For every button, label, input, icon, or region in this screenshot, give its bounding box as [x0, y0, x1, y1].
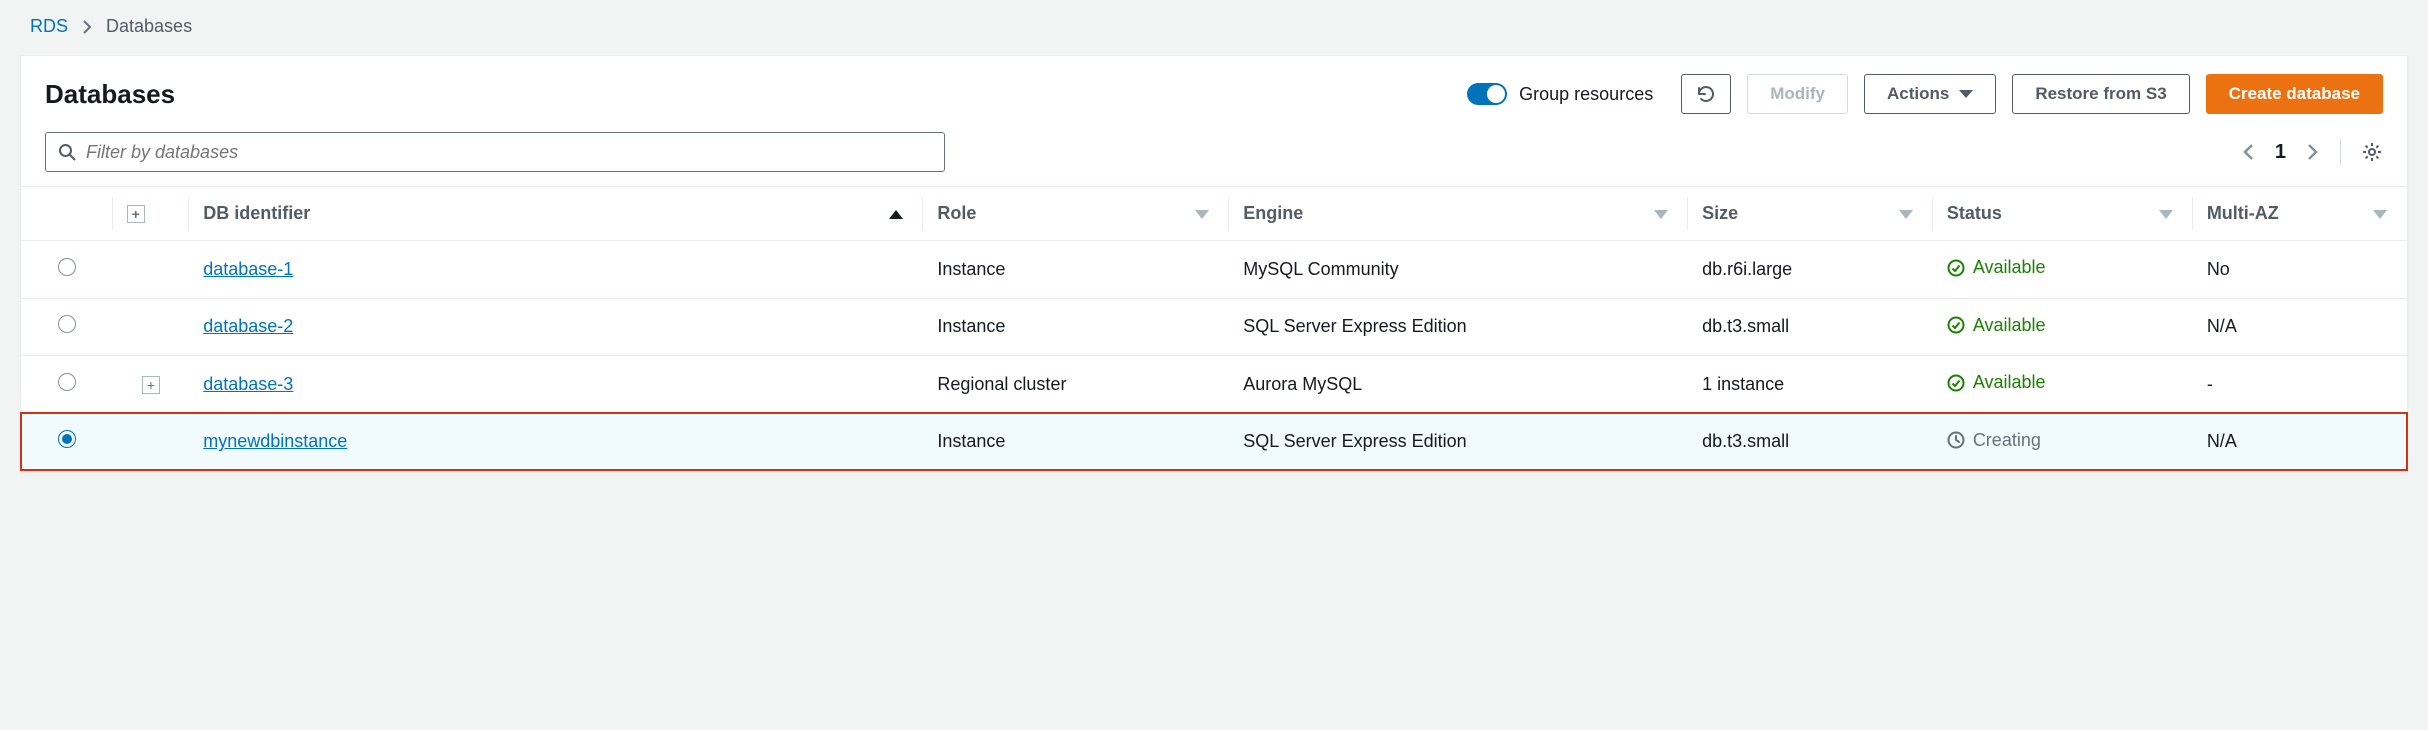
expand-all-icon: +: [127, 205, 145, 223]
sort-icon: [1899, 210, 1913, 219]
breadcrumb: RDS Databases: [20, 10, 2408, 55]
status-badge: Available: [1947, 372, 2046, 393]
header-actions: Group resources Modify Actions Restore f…: [1467, 74, 2383, 114]
db-identifier-link[interactable]: mynewdbinstance: [203, 431, 347, 451]
page-prev-button[interactable]: [2241, 142, 2255, 162]
table-row[interactable]: database-2 InstanceSQL Server Express Edi…: [21, 298, 2407, 356]
role-cell: Regional cluster: [923, 356, 1229, 414]
size-cell: db.r6i.large: [1688, 241, 1933, 299]
row-radio[interactable]: [58, 430, 76, 448]
sort-icon: [2159, 210, 2173, 219]
multi-az-cell: N/A: [2193, 298, 2407, 356]
group-resources-toggle-wrap: Group resources: [1467, 83, 1653, 105]
breadcrumb-root[interactable]: RDS: [30, 16, 68, 37]
engine-cell: MySQL Community: [1229, 241, 1688, 299]
status-text: Available: [1973, 257, 2046, 278]
table-row[interactable]: database-1 InstanceMySQL Communitydb.r6i.…: [21, 241, 2407, 299]
column-label: Role: [937, 203, 976, 223]
refresh-button[interactable]: [1681, 74, 1731, 114]
size-cell: 1 instance: [1688, 356, 1933, 414]
role-cell: Instance: [923, 241, 1229, 299]
status-text: Available: [1973, 372, 2046, 393]
check-circle-icon: [1947, 259, 1965, 277]
status-text: Available: [1973, 315, 2046, 336]
multi-az-cell: No: [2193, 241, 2407, 299]
sort-icon: [2373, 210, 2387, 219]
refresh-icon: [1696, 84, 1716, 104]
filter-input-wrap[interactable]: [45, 132, 945, 172]
db-identifier-link[interactable]: database-1: [203, 259, 293, 279]
settings-button[interactable]: [2361, 141, 2383, 163]
column-multi-az[interactable]: Multi-AZ: [2193, 187, 2407, 241]
multi-az-cell: -: [2193, 356, 2407, 414]
sort-asc-icon: [889, 210, 903, 219]
page-next-button[interactable]: [2306, 142, 2320, 162]
sort-icon: [1654, 210, 1668, 219]
column-db-identifier[interactable]: DB identifier: [189, 187, 923, 241]
group-resources-toggle[interactable]: [1467, 83, 1507, 105]
breadcrumb-current: Databases: [106, 16, 192, 37]
divider: [2340, 139, 2341, 165]
filter-input[interactable]: [86, 142, 932, 163]
search-icon: [58, 143, 76, 161]
chevron-right-icon: [82, 20, 92, 34]
actions-button[interactable]: Actions: [1864, 74, 1996, 114]
table-row[interactable]: mynewdbinstance InstanceSQL Server Expres…: [21, 413, 2407, 470]
db-identifier-link[interactable]: database-3: [203, 374, 293, 394]
sort-icon: [1195, 210, 1209, 219]
databases-table: + DB identifier Role Engine: [21, 186, 2407, 470]
check-circle-icon: [1947, 316, 1965, 334]
column-label: Size: [1702, 203, 1738, 223]
engine-cell: SQL Server Express Edition: [1229, 298, 1688, 356]
size-cell: db.t3.small: [1688, 298, 1933, 356]
modify-button: Modify: [1747, 74, 1848, 114]
column-label: Engine: [1243, 203, 1303, 223]
status-badge: Available: [1947, 315, 2046, 336]
engine-cell: Aurora MySQL: [1229, 356, 1688, 414]
role-cell: Instance: [923, 298, 1229, 356]
column-label: Multi-AZ: [2207, 203, 2279, 223]
page-number: 1: [2275, 141, 2286, 164]
filter-row: 1: [21, 124, 2407, 186]
status-badge: Available: [1947, 257, 2046, 278]
multi-az-cell: N/A: [2193, 413, 2407, 470]
column-label: DB identifier: [203, 203, 310, 223]
column-role[interactable]: Role: [923, 187, 1229, 241]
column-label: Status: [1947, 203, 2002, 223]
column-size[interactable]: Size: [1688, 187, 1933, 241]
check-circle-icon: [1947, 374, 1965, 392]
pagination: 1: [2241, 139, 2383, 165]
column-engine[interactable]: Engine: [1229, 187, 1688, 241]
db-identifier-link[interactable]: database-2: [203, 316, 293, 336]
group-resources-label: Group resources: [1519, 84, 1653, 105]
page-title: Databases: [45, 79, 175, 110]
column-select: [21, 187, 113, 241]
create-database-button[interactable]: Create database: [2206, 74, 2383, 114]
status-badge: Creating: [1947, 430, 2041, 451]
actions-label: Actions: [1887, 84, 1949, 104]
row-radio[interactable]: [58, 315, 76, 333]
engine-cell: SQL Server Express Edition: [1229, 413, 1688, 470]
size-cell: db.t3.small: [1688, 413, 1933, 470]
table-row[interactable]: + database-3 Regional clusterAurora MySQL1…: [21, 356, 2407, 414]
role-cell: Instance: [923, 413, 1229, 470]
column-status[interactable]: Status: [1933, 187, 2193, 241]
column-expand-all[interactable]: +: [113, 187, 189, 241]
clock-icon: [1947, 431, 1965, 449]
caret-down-icon: [1959, 90, 1973, 98]
databases-panel: Databases Group resources Modify Actions…: [20, 55, 2408, 471]
restore-from-s3-button[interactable]: Restore from S3: [2012, 74, 2189, 114]
row-radio[interactable]: [58, 373, 76, 391]
row-radio[interactable]: [58, 258, 76, 276]
status-text: Creating: [1973, 430, 2041, 451]
expand-row-icon[interactable]: +: [142, 376, 160, 394]
panel-header: Databases Group resources Modify Actions…: [21, 56, 2407, 124]
